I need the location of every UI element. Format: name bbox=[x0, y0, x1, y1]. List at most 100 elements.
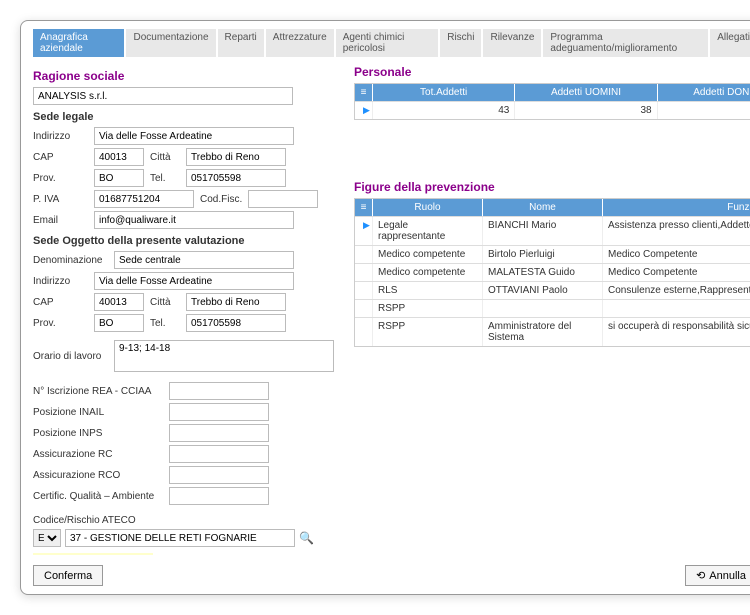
citta-input[interactable] bbox=[186, 148, 286, 166]
cell-nome: Amministratore del Sistema bbox=[483, 318, 603, 346]
cap2-input[interactable] bbox=[94, 293, 144, 311]
figure-grid: ≡ Ruolo Nome Funzioni ▶ Legale rappresen… bbox=[354, 198, 750, 347]
tab-agenti[interactable]: Agenti chimici pericolosi bbox=[336, 29, 439, 57]
prov2-input[interactable] bbox=[94, 314, 144, 332]
table-row[interactable]: Medico competente MALATESTA Guido Medico… bbox=[355, 263, 750, 281]
label-indirizzo2: Indirizzo bbox=[33, 276, 88, 287]
table-row[interactable]: ▶ 43 38 5 bbox=[355, 101, 750, 119]
tab-programma[interactable]: Programma adeguamento/miglioramento bbox=[543, 29, 708, 57]
inail-input[interactable] bbox=[169, 403, 269, 421]
label-prov: Prov. bbox=[33, 173, 88, 184]
cell-tot: 43 bbox=[373, 102, 515, 119]
assicrc-input[interactable] bbox=[169, 445, 269, 463]
cap-input[interactable] bbox=[94, 148, 144, 166]
table-row[interactable]: RSPP Amministratore del Sistema si occup… bbox=[355, 317, 750, 346]
codfisc-input[interactable] bbox=[248, 190, 318, 208]
tab-attrezzature[interactable]: Attrezzature bbox=[266, 29, 334, 57]
risk-level: RISCHIO ALTO bbox=[33, 553, 153, 555]
indirizzo-input[interactable] bbox=[94, 127, 294, 145]
label-email: Email bbox=[33, 215, 88, 226]
annulla-label: Annulla bbox=[709, 570, 746, 582]
tab-rilevanze[interactable]: Rilevanze bbox=[483, 29, 541, 57]
table-row[interactable]: RLS OTTAVIANI Paolo Consulenze esterne,R… bbox=[355, 281, 750, 299]
prov-input[interactable] bbox=[94, 169, 144, 187]
table-row[interactable]: Medico competente Birtolo Pierluigi Medi… bbox=[355, 245, 750, 263]
tab-allegati[interactable]: Allegati bbox=[710, 29, 750, 57]
cell-funzioni: Assistenza presso clienti,Addetto acquis… bbox=[603, 217, 750, 245]
label-cap2: CAP bbox=[33, 297, 88, 308]
cell-donne: 5 bbox=[658, 102, 750, 119]
certif-input[interactable] bbox=[169, 487, 269, 505]
col-uomini: Addetti UOMINI bbox=[515, 84, 657, 101]
cell-funzioni bbox=[603, 300, 750, 317]
label-prov2: Prov. bbox=[33, 318, 88, 329]
cell-ruolo: RLS bbox=[373, 282, 483, 299]
section-personale: Personale bbox=[354, 65, 750, 79]
cell-funzioni: Medico Competente bbox=[603, 264, 750, 281]
piva-input[interactable] bbox=[94, 190, 194, 208]
assicrco-input[interactable] bbox=[169, 466, 269, 484]
cell-ruolo: Legale rappresentante bbox=[373, 217, 483, 245]
tab-bar: Anagrafica aziendale Documentazione Repa… bbox=[33, 29, 750, 57]
label-tel: Tel. bbox=[150, 173, 180, 184]
cell-nome: Birtolo Pierluigi bbox=[483, 246, 603, 263]
search-icon[interactable]: 🔍 bbox=[299, 531, 314, 545]
menu-icon[interactable]: ≡ bbox=[355, 199, 373, 216]
section-figure: Figure della prevenzione bbox=[354, 180, 750, 194]
tel2-input[interactable] bbox=[186, 314, 286, 332]
label-assicrco: Assicurazione RCO bbox=[33, 470, 163, 481]
cell-ruolo: Medico competente bbox=[373, 264, 483, 281]
tab-reparti[interactable]: Reparti bbox=[218, 29, 264, 57]
cell-ruolo: RSPP bbox=[373, 300, 483, 317]
col-donne: Addetti DONNE bbox=[658, 84, 750, 101]
ateco-desc-input[interactable] bbox=[65, 529, 295, 547]
tab-rischi[interactable]: Rischi bbox=[440, 29, 481, 57]
cell-nome: OTTAVIANI Paolo bbox=[483, 282, 603, 299]
label-inps: Posizione INPS bbox=[33, 428, 163, 439]
inps-input[interactable] bbox=[169, 424, 269, 442]
cell-nome: BIANCHI Mario bbox=[483, 217, 603, 245]
section-sede-legale: Sede legale bbox=[33, 111, 334, 123]
table-row[interactable]: ▶ Legale rappresentante BIANCHI Mario As… bbox=[355, 216, 750, 245]
tel-input[interactable] bbox=[186, 169, 286, 187]
app-window: Anagrafica aziendale Documentazione Repa… bbox=[20, 20, 750, 595]
rea-input[interactable] bbox=[169, 382, 269, 400]
email-input[interactable] bbox=[94, 211, 294, 229]
col-funzioni: Funzioni bbox=[603, 199, 750, 216]
label-assicrc: Assicurazione RC bbox=[33, 449, 163, 460]
label-ateco: Codice/Rischio ATECO bbox=[33, 515, 334, 526]
cell-ruolo: Medico competente bbox=[373, 246, 483, 263]
label-citta: Città bbox=[150, 152, 180, 163]
cell-ruolo: RSPP bbox=[373, 318, 483, 346]
label-tel2: Tel. bbox=[150, 318, 180, 329]
label-citta2: Città bbox=[150, 297, 180, 308]
ateco-code-select[interactable]: E bbox=[33, 529, 61, 547]
label-indirizzo: Indirizzo bbox=[33, 131, 88, 142]
label-inail: Posizione INAIL bbox=[33, 407, 163, 418]
denom-input[interactable] bbox=[114, 251, 294, 269]
cell-uomini: 38 bbox=[515, 102, 657, 119]
cell-nome: MALATESTA Guido bbox=[483, 264, 603, 281]
row-arrow-icon: ▶ bbox=[360, 105, 373, 115]
label-certif: Certific. Qualità – Ambiente bbox=[33, 491, 163, 502]
indirizzo2-input[interactable] bbox=[94, 272, 294, 290]
section-sede-oggetto: Sede Oggetto della presente valutazione bbox=[33, 235, 334, 247]
orario-input[interactable]: 9-13; 14-18 bbox=[114, 340, 334, 372]
conferma-button[interactable]: Conferma bbox=[33, 565, 103, 586]
cell-funzioni: Consulenze esterne,Rappresentante dei La… bbox=[603, 282, 750, 299]
col-nome: Nome bbox=[483, 199, 603, 216]
label-rea: N° Iscrizione REA - CCIAA bbox=[33, 386, 163, 397]
menu-icon[interactable]: ≡ bbox=[355, 84, 373, 101]
tab-anagrafica[interactable]: Anagrafica aziendale bbox=[33, 29, 124, 57]
tab-documentazione[interactable]: Documentazione bbox=[126, 29, 215, 57]
undo-icon: ⟲ bbox=[696, 569, 705, 582]
annulla-button[interactable]: ⟲ Annulla bbox=[685, 565, 750, 586]
col-ruolo: Ruolo bbox=[373, 199, 483, 216]
label-codfisc: Cod.Fisc. bbox=[200, 194, 242, 205]
citta2-input[interactable] bbox=[186, 293, 286, 311]
label-piva: P. IVA bbox=[33, 194, 88, 205]
label-cap: CAP bbox=[33, 152, 88, 163]
company-input[interactable] bbox=[33, 87, 293, 105]
table-row[interactable]: RSPP bbox=[355, 299, 750, 317]
label-denom: Denominazione bbox=[33, 255, 108, 266]
